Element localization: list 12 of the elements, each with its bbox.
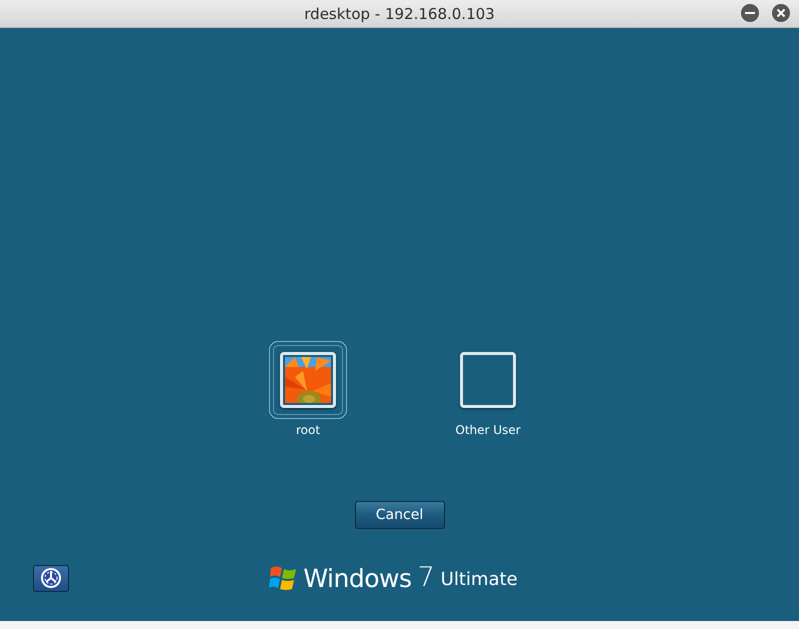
user-name: Other User [455, 423, 521, 437]
minimize-button[interactable] [740, 3, 760, 23]
accessibility-icon [40, 567, 62, 589]
version-number: 7 [417, 563, 435, 593]
close-button[interactable] [771, 3, 791, 23]
window-title: rdesktop - 192.168.0.103 [304, 4, 495, 22]
product-name: Windows [303, 565, 412, 593]
user-name: root [296, 423, 320, 437]
edition-name: Ultimate [440, 569, 518, 591]
user-tile[interactable] [269, 341, 347, 419]
ease-of-access-button[interactable] [33, 564, 69, 592]
cancel-button[interactable]: Cancel [354, 501, 444, 529]
